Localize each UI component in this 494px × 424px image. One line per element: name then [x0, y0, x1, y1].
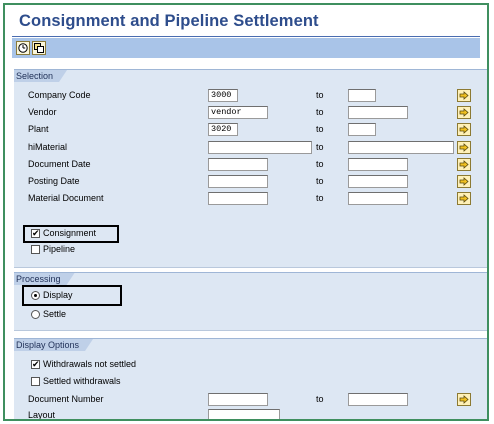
material-document-to-label: to — [316, 193, 324, 203]
checkmark-icon: ✔ — [32, 359, 40, 369]
pipeline-label: Pipeline — [43, 244, 76, 254]
display-options-header: Display Options — [14, 339, 93, 351]
plant-to-field[interactable] — [348, 123, 376, 136]
company-code-from-field[interactable]: 3000 — [208, 89, 238, 102]
copy-variant-icon — [34, 43, 44, 53]
title-divider — [12, 36, 480, 37]
checkmark-icon: ✔ — [32, 228, 40, 238]
posting-date-from-field[interactable] — [208, 175, 268, 188]
display-label: Display — [43, 290, 73, 300]
material-from-field[interactable] — [208, 141, 312, 154]
settled-withdrawals-label: Settled withdrawals — [43, 376, 121, 386]
execute-button[interactable] — [16, 41, 30, 55]
material-document-multiple-selection-button[interactable] — [457, 192, 471, 205]
company-code-label: Company Code — [28, 90, 91, 100]
application-toolbar — [12, 38, 480, 58]
document-number-multiple-selection-button[interactable] — [457, 393, 471, 406]
plant-label: Plant — [28, 124, 49, 134]
arrow-right-icon — [459, 143, 469, 152]
withdrawals-not-settled-checkbox[interactable]: ✔ — [31, 359, 40, 369]
copy-variant-button[interactable] — [32, 41, 46, 55]
material-document-from-field[interactable] — [208, 192, 268, 205]
vendor-label: Vendor — [28, 107, 57, 117]
processing-header: Processing — [14, 273, 75, 285]
plant-to-label: to — [316, 124, 324, 134]
arrow-right-icon — [459, 395, 469, 404]
arrow-right-icon — [459, 177, 469, 186]
arrow-right-icon — [459, 91, 469, 100]
document-date-multiple-selection-button[interactable] — [457, 158, 471, 171]
display-options-section: Display Options ✔ Withdrawals not settle… — [14, 338, 487, 420]
window-frame: Consignment and Pipeline Settlement Sele… — [3, 3, 489, 421]
arrow-right-icon — [459, 125, 469, 134]
arrow-right-icon — [459, 194, 469, 203]
posting-date-to-field[interactable] — [348, 175, 408, 188]
plant-from-field[interactable]: 3020 — [208, 123, 238, 136]
selection-section: Selection Company Code 3000 to Vendor ve… — [14, 69, 487, 268]
document-number-label: Document Number — [28, 394, 104, 404]
radio-selected-dot-icon — [34, 294, 37, 297]
company-code-multiple-selection-button[interactable] — [457, 89, 471, 102]
processing-section: Processing Display Settle — [14, 272, 487, 331]
consignment-label: Consignment — [43, 228, 97, 238]
settle-radio[interactable] — [31, 310, 40, 319]
material-to-field[interactable] — [348, 141, 454, 154]
document-date-from-field[interactable] — [208, 158, 268, 171]
vendor-multiple-selection-button[interactable] — [457, 106, 471, 119]
document-date-to-label: to — [316, 159, 324, 169]
posting-date-multiple-selection-button[interactable] — [457, 175, 471, 188]
withdrawals-not-settled-label: Withdrawals not settled — [43, 359, 137, 369]
vendor-to-label: to — [316, 107, 324, 117]
consignment-checkbox[interactable]: ✔ — [31, 228, 40, 238]
display-radio[interactable] — [31, 291, 40, 300]
company-code-to-label: to — [316, 90, 324, 100]
document-date-to-field[interactable] — [348, 158, 408, 171]
document-date-label: Document Date — [28, 159, 91, 169]
document-number-to-label: to — [316, 394, 324, 404]
document-number-from-field[interactable] — [208, 393, 268, 406]
document-number-to-field[interactable] — [348, 393, 408, 406]
material-multiple-selection-button[interactable] — [457, 141, 471, 154]
material-to-label: to — [316, 142, 324, 152]
vendor-to-field[interactable] — [348, 106, 408, 119]
settle-label: Settle — [43, 309, 67, 319]
layout-field[interactable] — [208, 409, 280, 419]
selection-header: Selection — [14, 70, 67, 82]
plant-multiple-selection-button[interactable] — [457, 123, 471, 136]
arrow-right-icon — [459, 160, 469, 169]
material-document-to-field[interactable] — [348, 192, 408, 205]
pipeline-checkbox[interactable] — [31, 245, 40, 254]
arrow-right-icon — [459, 108, 469, 117]
layout-label: Layout — [28, 410, 56, 420]
material-label: hiMaterial — [28, 142, 68, 152]
settled-withdrawals-checkbox[interactable] — [31, 377, 40, 386]
posting-date-to-label: to — [316, 176, 324, 186]
posting-date-label: Posting Date — [28, 176, 80, 186]
page-title: Consignment and Pipeline Settlement — [19, 12, 319, 30]
company-code-to-field[interactable] — [348, 89, 376, 102]
execute-clock-icon — [18, 43, 28, 53]
vendor-from-field[interactable]: vendor — [208, 106, 268, 119]
material-document-label: Material Document — [28, 193, 104, 203]
